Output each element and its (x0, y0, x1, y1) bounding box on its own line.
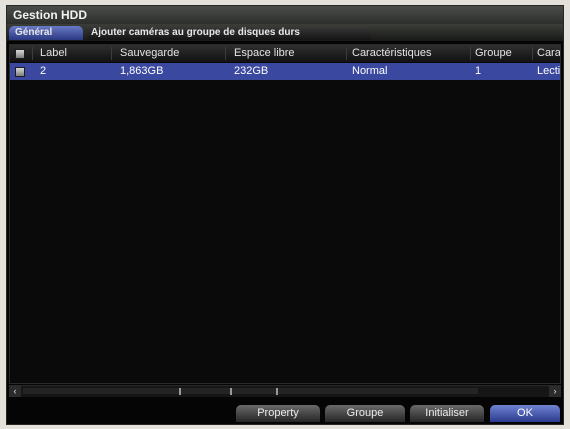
scrollbar-track[interactable] (23, 388, 478, 394)
cell-label: 2 (40, 65, 47, 77)
header-cara[interactable]: Cara (537, 45, 560, 62)
ok-button[interactable]: OK (490, 405, 560, 422)
tab-strip: Général Ajouter caméras au groupe de dis… (7, 24, 563, 41)
header-groupe[interactable]: Groupe (475, 45, 531, 62)
column-divider (470, 47, 471, 60)
column-divider (32, 47, 33, 60)
scroll-left-arrow-icon[interactable]: ‹ (9, 386, 21, 397)
tab-add-cameras-to-hdd-group[interactable]: Ajouter caméras au groupe de disques dur… (87, 26, 371, 40)
hdd-table: Label Sauvegarde Espace libre Caractéris… (9, 44, 561, 384)
scroll-tick (276, 388, 278, 395)
column-divider (532, 47, 533, 60)
scroll-right-arrow-icon[interactable]: › (549, 386, 561, 397)
column-divider (225, 47, 226, 60)
row-checkbox[interactable] (15, 67, 25, 77)
cell-groupe: 1 (475, 65, 482, 77)
initialiser-button[interactable]: Initialiser (410, 405, 484, 422)
button-bar: Property Groupe Initialiser OK (7, 402, 563, 424)
title-bar: Gestion HDD (7, 6, 563, 24)
cell-caracteristiques: Normal (352, 65, 388, 77)
column-divider (111, 47, 112, 60)
cell-sauvegarde: 1,863GB (120, 65, 164, 77)
table-row[interactable]: 2 1,863GB 232GB Normal 1 Lecti (10, 63, 561, 80)
column-divider (346, 47, 347, 60)
scroll-tick (179, 388, 181, 395)
table-header-row: Label Sauvegarde Espace libre Caractéris… (10, 45, 560, 62)
header-caracteristiques[interactable]: Caractéristiques (352, 45, 470, 62)
tab-general[interactable]: Général (9, 26, 83, 40)
property-button[interactable]: Property (236, 405, 320, 422)
cell-cara: Lecti (537, 65, 561, 77)
select-all-checkbox[interactable] (15, 49, 25, 59)
header-sauvegarde[interactable]: Sauvegarde (120, 45, 220, 62)
scroll-tick (230, 388, 232, 395)
horizontal-scrollbar[interactable]: ‹ › (9, 385, 561, 397)
cell-espace-libre: 232GB (234, 65, 269, 77)
hdd-management-window: Gestion HDD Général Ajouter caméras au g… (6, 5, 564, 425)
header-espace-libre[interactable]: Espace libre (234, 45, 344, 62)
groupe-button[interactable]: Groupe (325, 405, 405, 422)
header-label[interactable]: Label (40, 45, 108, 62)
window-title: Gestion HDD (13, 8, 88, 22)
